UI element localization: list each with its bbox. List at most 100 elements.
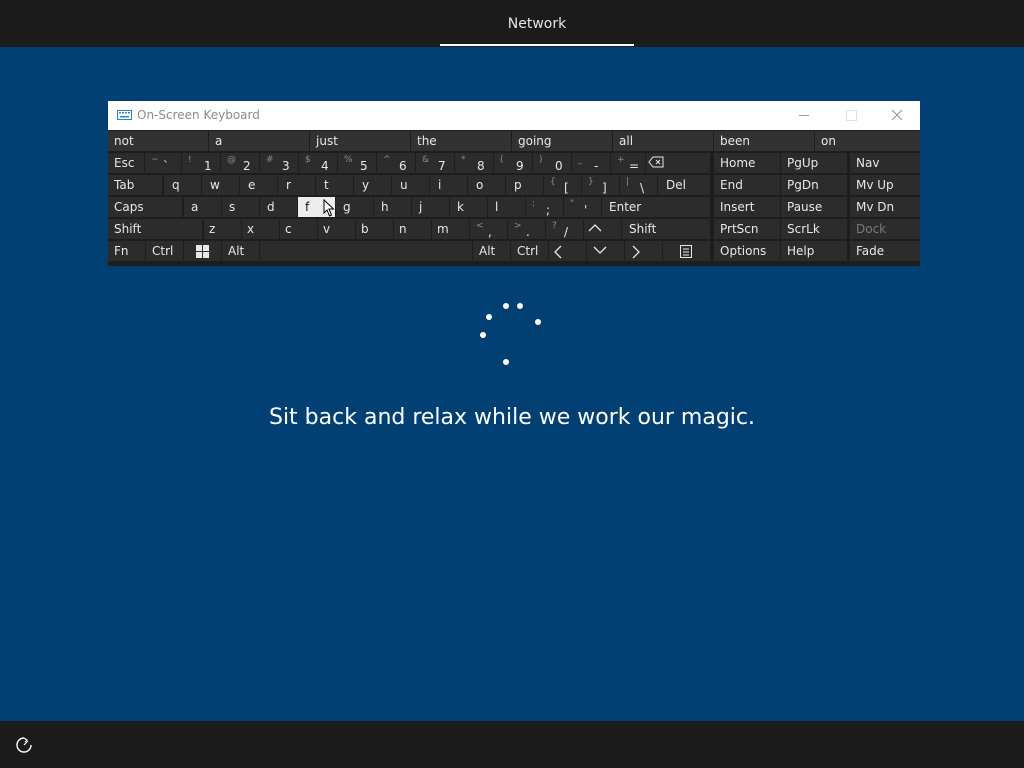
key-w[interactable]: w [202, 175, 239, 195]
prediction-key[interactable]: just [310, 131, 410, 151]
key-space[interactable] [260, 241, 472, 261]
key-l[interactable]: l [488, 197, 525, 217]
key-prtscn[interactable]: PrtScn [714, 219, 780, 239]
key-pgup[interactable]: PgUp [781, 153, 847, 173]
prediction-key[interactable]: on [815, 131, 920, 151]
key-shift-label: | [626, 177, 630, 187]
key-help[interactable]: Help [781, 241, 847, 261]
key-pause[interactable]: Pause [781, 197, 847, 217]
key-alt-left[interactable]: Alt [222, 241, 259, 261]
key-s[interactable]: s [222, 197, 259, 217]
key-j[interactable]: j [412, 197, 449, 217]
key-z[interactable]: z [204, 219, 241, 239]
ease-of-access-icon[interactable] [14, 735, 34, 755]
key-comma[interactable]: <, [470, 219, 507, 239]
key-shift-left[interactable]: Shift [108, 219, 202, 239]
key-menu[interactable] [663, 241, 710, 261]
key-equals[interactable]: + = [611, 153, 645, 173]
key-t[interactable]: t [316, 175, 353, 195]
key-2[interactable]: @2 [221, 153, 259, 173]
key-minus[interactable]: _ - [572, 153, 610, 173]
key-shift-label: $ [305, 155, 311, 165]
osk-title-bar[interactable]: On-Screen Keyboard [108, 101, 920, 130]
key-a[interactable]: a [184, 197, 221, 217]
key-mv-up[interactable]: Mv Up [850, 175, 920, 195]
key-o[interactable]: o [468, 175, 505, 195]
key-arrow-up[interactable] [584, 219, 621, 239]
key-end[interactable]: End [714, 175, 780, 195]
tab-network[interactable]: Network [440, 0, 634, 47]
key-pgdn[interactable]: PgDn [781, 175, 847, 195]
prediction-key[interactable]: a [209, 131, 309, 151]
key-scrlk[interactable]: ScrLk [781, 219, 847, 239]
status-message: Sit back and relax while we work our mag… [268, 405, 756, 430]
key-fade[interactable]: Fade [850, 241, 920, 261]
prediction-key[interactable]: going [512, 131, 612, 151]
key-esc[interactable]: Esc [108, 153, 144, 173]
prediction-key[interactable]: the [411, 131, 511, 151]
key-0[interactable]: ) 0 [533, 153, 571, 173]
key-y[interactable]: y [354, 175, 391, 195]
key-9[interactable]: (9 [494, 153, 532, 173]
key-7[interactable]: & 7 [416, 153, 454, 173]
prediction-key[interactable]: been [714, 131, 814, 151]
maximize-button[interactable] [828, 101, 874, 130]
key-home[interactable]: Home [714, 153, 780, 173]
key-shift-label: " [570, 199, 575, 209]
key-m[interactable]: m [432, 219, 469, 239]
key-1[interactable]: ! 1 [182, 153, 220, 173]
key-backspace[interactable] [646, 153, 710, 173]
key-enter[interactable]: Enter [602, 197, 710, 217]
key-slash[interactable]: ? / [546, 219, 583, 239]
key-shift-right[interactable]: Shift [622, 219, 710, 239]
key-right-bracket[interactable]: }] [582, 175, 619, 195]
prediction-key[interactable]: all [613, 131, 713, 151]
key-tab[interactable]: Tab [108, 175, 162, 195]
key-ctrl-right[interactable]: Ctrl [511, 241, 548, 261]
key-h[interactable]: h [374, 197, 411, 217]
key-p[interactable]: p [506, 175, 543, 195]
key-fn[interactable]: Fn [108, 241, 145, 261]
key-q[interactable]: q [164, 175, 201, 195]
key-mv-dn[interactable]: Mv Dn [850, 197, 920, 217]
key-n[interactable]: n [394, 219, 431, 239]
key-5[interactable]: % 5 [338, 153, 376, 173]
key-u[interactable]: u [392, 175, 429, 195]
key-del[interactable]: Del [658, 175, 710, 195]
key-caps[interactable]: Caps [108, 197, 182, 217]
key-c[interactable]: c [280, 219, 317, 239]
key-4[interactable]: $4 [299, 153, 337, 173]
key-d[interactable]: d [260, 197, 297, 217]
key-x[interactable]: x [242, 219, 279, 239]
key-main-label: ] [602, 181, 607, 195]
key-arrow-right[interactable] [625, 241, 662, 261]
key-insert[interactable]: Insert [714, 197, 780, 217]
key-e[interactable]: e [240, 175, 277, 195]
key-semicolon[interactable]: :; [526, 197, 563, 217]
key-r[interactable]: r [278, 175, 315, 195]
key-g[interactable]: g [336, 197, 373, 217]
key-i[interactable]: i [430, 175, 467, 195]
key-left-bracket[interactable]: {[ [544, 175, 581, 195]
key-period[interactable]: >. [508, 219, 545, 239]
prediction-key[interactable]: not [108, 131, 208, 151]
key-3[interactable]: #3 [260, 153, 298, 173]
key-dock[interactable]: Dock [850, 219, 920, 239]
close-button[interactable] [874, 101, 920, 130]
key-arrow-left[interactable] [549, 241, 586, 261]
key-quote[interactable]: " ' [564, 197, 601, 217]
key-8[interactable]: * 8 [455, 153, 493, 173]
key-6[interactable]: ^ 6 [377, 153, 415, 173]
key-alt-right[interactable]: Alt [473, 241, 510, 261]
key-b[interactable]: b [356, 219, 393, 239]
key-windows[interactable] [184, 241, 221, 261]
key-v[interactable]: v [318, 219, 355, 239]
key-ctrl-left[interactable]: Ctrl [146, 241, 183, 261]
key-backslash[interactable]: | \ [620, 175, 657, 195]
minimize-button[interactable] [781, 101, 827, 130]
key-backtick[interactable]: ~ ` [145, 153, 181, 173]
key-k[interactable]: k [450, 197, 487, 217]
key-nav[interactable]: Nav [850, 153, 920, 173]
key-options[interactable]: Options [714, 241, 780, 261]
key-arrow-down[interactable] [587, 241, 624, 261]
